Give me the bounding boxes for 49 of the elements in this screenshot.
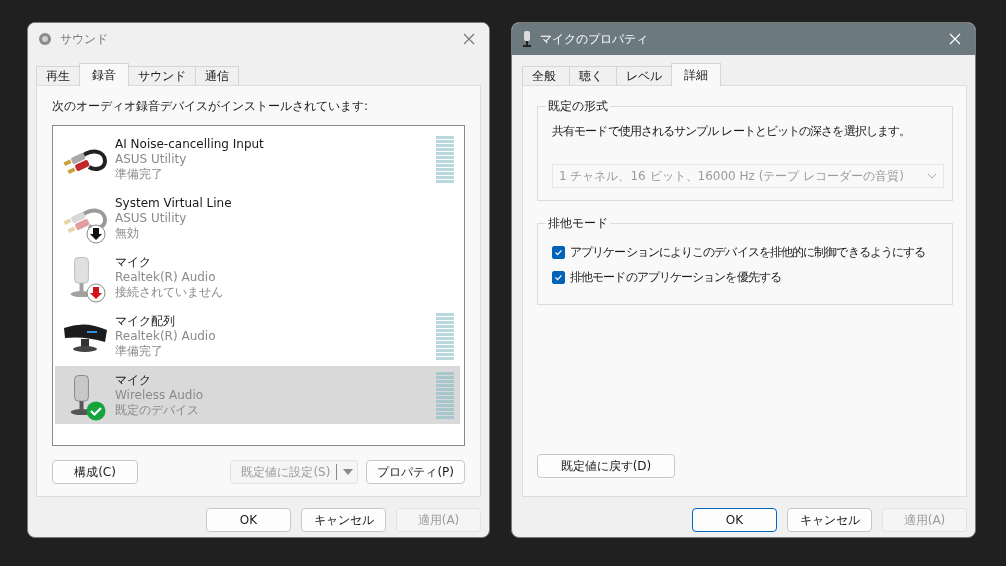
device-status: 準備完了 (115, 166, 163, 182)
device-item[interactable]: マイク Wireless Audio 既定のデバイス (55, 366, 460, 424)
checkbox-label: アプリケーションによりこのデバイスを排他的に制御できるようにする (570, 244, 926, 261)
window-title: サウンド (60, 30, 109, 48)
check-icon (86, 401, 106, 421)
reset-button[interactable]: 既定値に戻す(D) (537, 454, 675, 478)
instruction-text: 次のオーディオ録音デバイスがインストールされています: (52, 98, 370, 115)
chevron-down-icon (927, 173, 937, 179)
dialog-button[interactable]: キャンセル (301, 508, 386, 532)
device-name: マイク (115, 372, 151, 388)
caret-icon (343, 469, 354, 475)
group-title: 排他モード (547, 215, 609, 232)
dialog-button[interactable]: OK (206, 508, 291, 532)
device-name: System Virtual Line (115, 195, 232, 211)
device-item[interactable]: System Virtual Line ASUS Utility 無効 (55, 189, 460, 247)
checkbox-label: 排他モードのアプリケーションを優先する (570, 269, 781, 286)
device-driver: Wireless Audio (115, 387, 204, 403)
dialog-button[interactable]: キャンセル (787, 508, 872, 532)
device-item[interactable]: マイク Realtek(R) Audio 接続されていません (55, 248, 460, 306)
tab[interactable]: 通信 (195, 66, 239, 85)
tab[interactable]: サウンド (128, 66, 196, 85)
device-driver: ASUS Utility (115, 151, 187, 167)
device-status: 無効 (115, 225, 139, 241)
device-item[interactable]: マイク配列 Realtek(R) Audio 準備完了 (55, 307, 460, 365)
tab[interactable]: 全般 (522, 66, 570, 85)
microphone-icon (522, 31, 532, 47)
checkbox[interactable] (552, 246, 565, 259)
window-title: マイクのプロパティ (540, 30, 649, 48)
device-name: マイク配列 (115, 313, 175, 329)
device-driver: Realtek(R) Audio (115, 328, 216, 344)
tab[interactable]: 録音 (79, 63, 129, 86)
device-driver: Realtek(R) Audio (115, 269, 216, 285)
device-item[interactable]: AI Noise-cancelling Input ASUS Utility 準備完了 (55, 130, 460, 188)
device-name: マイク (115, 254, 151, 270)
device-status: 接続されていません (115, 284, 223, 300)
device-driver: ASUS Utility (115, 210, 187, 226)
dialog-button[interactable]: 構成(C) (52, 460, 138, 484)
dialog-button[interactable]: プロパティ(P) (366, 460, 465, 484)
description-text: 共有モードで使用されるサンプル レートとビットの深さを選択します。 (552, 123, 912, 140)
tab[interactable]: 詳細 (671, 63, 721, 86)
device-status: 既定のデバイス (115, 402, 199, 418)
checkbox[interactable] (552, 271, 565, 284)
tab[interactable]: 聴く (569, 66, 617, 85)
group-title: 既定の形式 (547, 98, 609, 115)
device-name: AI Noise-cancelling Input (115, 136, 264, 152)
speaker-icon (38, 32, 52, 46)
device-status: 準備完了 (115, 343, 163, 359)
dialog-button[interactable]: OK (692, 508, 777, 532)
tab[interactable]: 再生 (36, 66, 80, 85)
